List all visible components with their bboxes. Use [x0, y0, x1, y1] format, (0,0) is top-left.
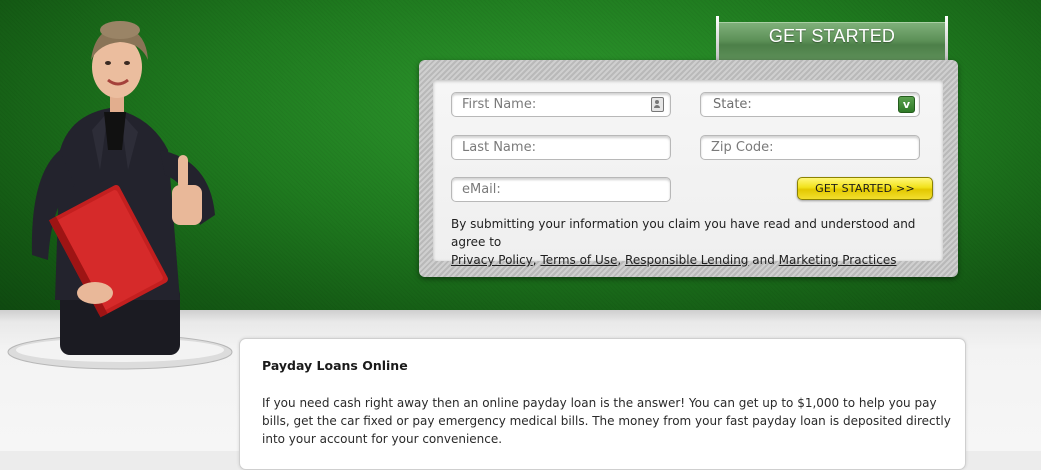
consent-disclaimer: By submitting your information you claim… [451, 215, 931, 269]
last-name-field [451, 135, 671, 160]
content-title: Payday Loans Online [262, 358, 408, 373]
contact-card-icon [651, 97, 664, 112]
state-select-label: State: [713, 97, 752, 112]
lead-form: State: v GET STARTED >> By submitting yo… [419, 60, 958, 277]
get-started-button[interactable]: GET STARTED >> [797, 177, 933, 200]
get-started-tab: GET STARTED [716, 16, 948, 63]
and-separator: and [752, 253, 775, 267]
email-input[interactable] [462, 180, 642, 199]
comma-separator: , [617, 253, 622, 267]
email-field [451, 177, 671, 202]
zip-code-field [700, 135, 920, 160]
last-name-input[interactable] [462, 138, 642, 157]
lead-form-inner: State: v GET STARTED >> By submitting yo… [433, 80, 943, 267]
first-name-field [451, 92, 671, 117]
content-body: If you need cash right away then an onli… [262, 396, 951, 446]
dropdown-arrow-icon[interactable]: v [898, 96, 915, 113]
privacy-policy-link[interactable]: Privacy Policy [451, 253, 533, 267]
businesswoman-illustration [7, 21, 233, 370]
marketing-practices-link[interactable]: Marketing Practices [779, 253, 897, 267]
terms-of-use-link[interactable]: Terms of Use [540, 253, 617, 267]
zip-code-input[interactable] [711, 138, 891, 157]
first-name-input[interactable] [462, 95, 642, 114]
disclaimer-text: By submitting your information you claim… [451, 217, 916, 249]
content-card: Payday Loans Online If you need cash rig… [239, 338, 966, 470]
tab-title: GET STARTED [768, 26, 896, 46]
comma-separator: , [532, 253, 537, 267]
tab-post-right [945, 16, 948, 62]
state-select[interactable]: State: v [700, 92, 920, 117]
responsible-lending-link[interactable]: Responsible Lending [625, 253, 748, 267]
